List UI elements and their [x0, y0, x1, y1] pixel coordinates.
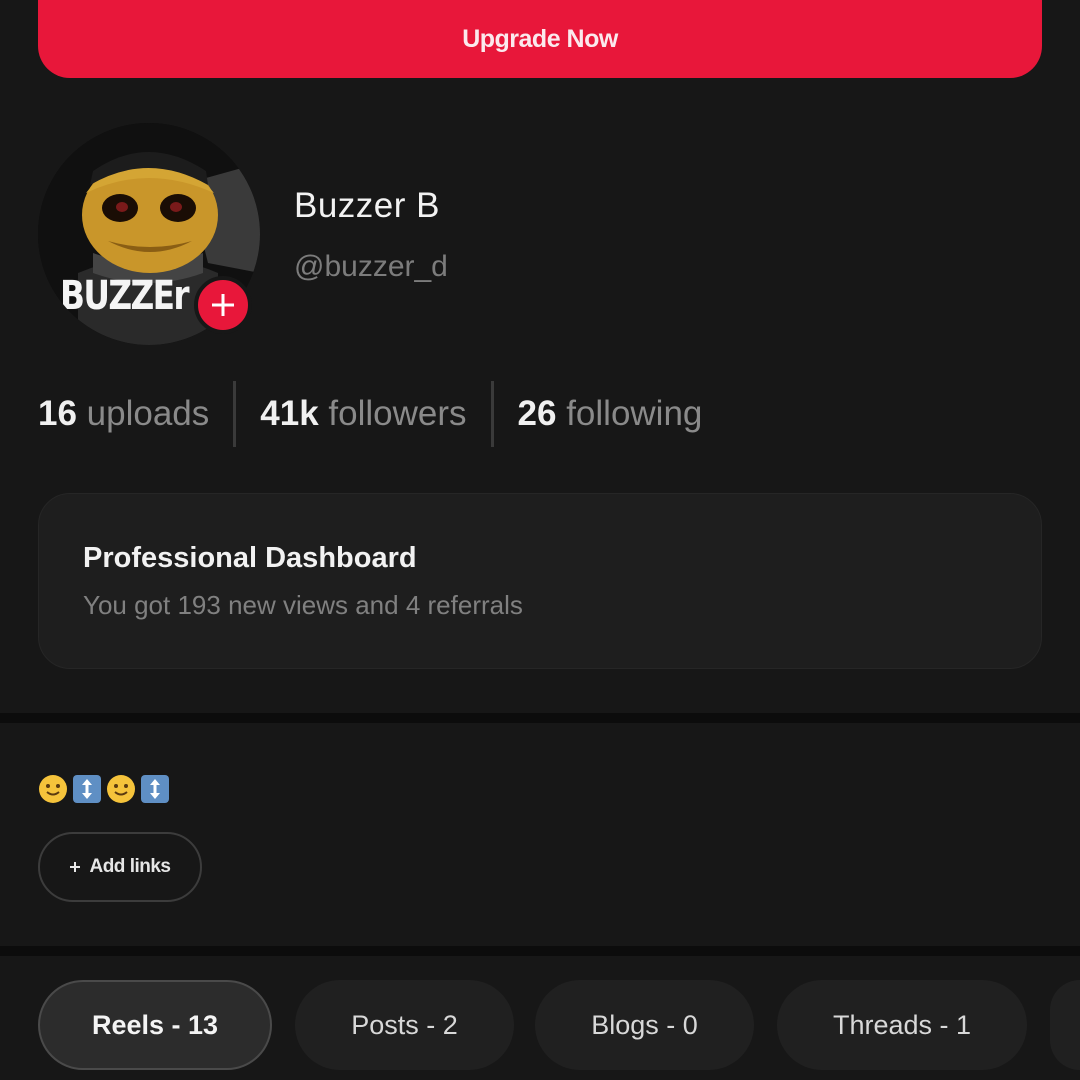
stat-divider: [490, 381, 494, 447]
add-links-label: Add links: [89, 856, 171, 877]
slightly-smiling-face-emoji: [39, 775, 67, 803]
tab-posts[interactable]: Posts - 2: [295, 980, 514, 1070]
tab-threads[interactable]: Threads - 1: [777, 980, 1027, 1070]
stat-label: uploads: [86, 394, 210, 433]
tab-reels[interactable]: Reels - 13: [38, 980, 272, 1070]
stat-value: 41k: [260, 394, 319, 433]
stat-followers[interactable]: 41k followers: [260, 394, 466, 434]
plus-icon: [70, 862, 81, 872]
dashboard-title: Professional Dashboard: [83, 542, 417, 574]
profile-stats: 16 uploads 41k followers 26 following: [38, 381, 703, 447]
content-tabs: Reels - 13 Posts - 2 Blogs - 0 Threads -…: [38, 980, 1080, 1070]
section-divider: [0, 946, 1080, 956]
upgrade-now-button[interactable]: Upgrade Now: [38, 0, 1042, 78]
up-down-arrow-emoji: [141, 775, 169, 803]
stat-value: 26: [517, 394, 557, 433]
add-photo-button[interactable]: [194, 276, 252, 334]
section-divider: [0, 713, 1080, 723]
stat-divider: [233, 381, 237, 447]
tab-more[interactable]: [1050, 980, 1080, 1070]
stat-value: 16: [38, 394, 77, 433]
display-name: Buzzer B: [294, 186, 440, 225]
username-handle: @buzzer_d: [294, 250, 448, 283]
plus-icon: [212, 294, 234, 316]
professional-dashboard-card[interactable]: Professional Dashboard You got 193 new v…: [38, 493, 1042, 669]
dashboard-subtitle: You got 193 new views and 4 referrals: [83, 590, 523, 620]
tab-blogs[interactable]: Blogs - 0: [535, 980, 754, 1070]
up-down-arrow-emoji: [73, 775, 101, 803]
slightly-smiling-face-emoji: [107, 775, 135, 803]
avatar-logo-text: BUZZEr: [60, 273, 190, 319]
stat-label: followers: [328, 394, 467, 433]
add-links-button[interactable]: Add links: [38, 832, 202, 902]
stat-following[interactable]: 26 following: [518, 394, 703, 434]
stat-uploads[interactable]: 16 uploads: [38, 394, 209, 434]
stat-label: following: [566, 394, 703, 433]
bio: [38, 774, 170, 806]
